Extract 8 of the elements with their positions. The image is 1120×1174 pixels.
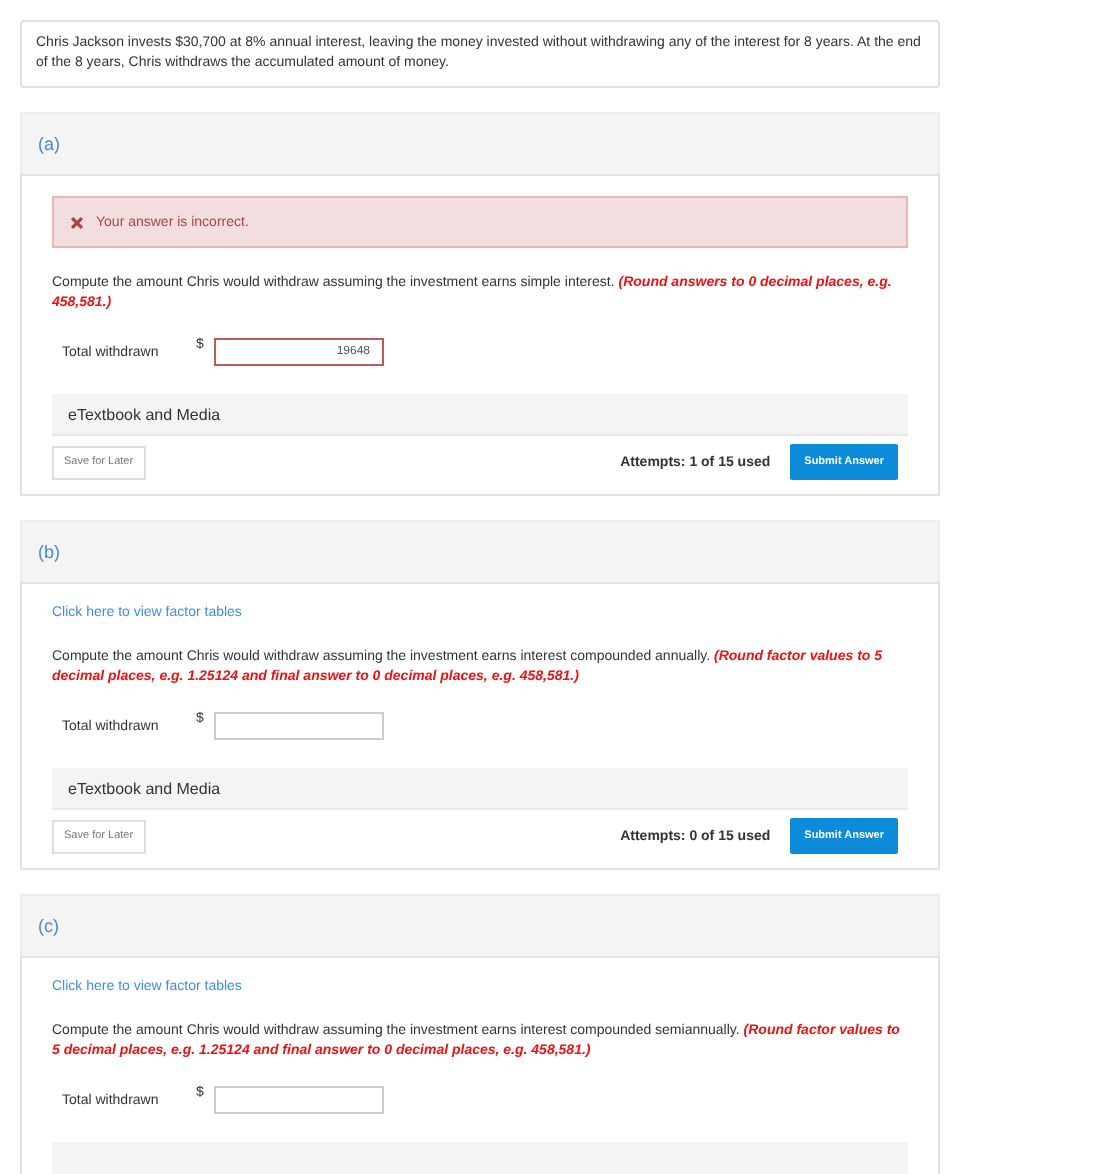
etextbook-bar[interactable]: eTextbook and Media — [52, 768, 908, 810]
answer-field[interactable] — [214, 712, 384, 740]
cross-icon — [70, 215, 84, 229]
answer-field[interactable] — [214, 1086, 384, 1114]
etextbook-bar[interactable]: eTextbook and Media — [52, 394, 908, 436]
part-label: (a) — [38, 134, 60, 154]
part-label: (c) — [38, 916, 59, 936]
part-label: (b) — [38, 542, 60, 562]
